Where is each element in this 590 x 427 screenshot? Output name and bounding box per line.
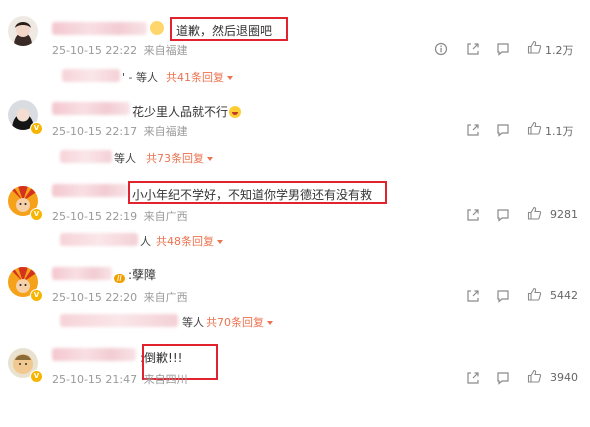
vip-icon [150, 21, 164, 35]
replier-names-blurred [62, 69, 120, 82]
share-icon[interactable] [466, 288, 480, 307]
highlight-box [128, 181, 387, 204]
reply-prefix: 等人 [114, 152, 136, 165]
verified-icon: V [30, 289, 43, 302]
like-icon[interactable] [527, 40, 542, 59]
replier-names-blurred [60, 150, 112, 163]
comment-icon[interactable] [496, 41, 510, 60]
replier-names-blurred [60, 233, 138, 246]
share-icon[interactable] [466, 122, 480, 141]
share-icon[interactable] [466, 207, 480, 226]
like-count: 3940 [550, 371, 578, 384]
comment-icon[interactable] [496, 207, 510, 226]
verified-icon: V [30, 370, 43, 383]
comment-item: V II :孽障 25-10-15 22:20 来自广西 5442 等人 共70… [0, 255, 590, 339]
username-blurred[interactable] [52, 348, 136, 361]
comment-location: 来自四川 [143, 373, 188, 386]
comment-icon[interactable] [496, 288, 510, 307]
comment-location: 来自福建 [143, 44, 188, 57]
share-icon[interactable] [466, 370, 480, 389]
reply-prefix: 人 [140, 235, 151, 248]
view-replies-link[interactable]: 共41条回复 [166, 69, 233, 85]
like-icon[interactable] [527, 121, 542, 140]
comment-time: 25-10-15 22:20 [52, 291, 138, 304]
verified-icon: V [30, 208, 43, 221]
username-blurred[interactable] [52, 267, 112, 280]
comment-text: :孽障 [128, 268, 157, 282]
view-replies-link[interactable]: 共73条回复 [146, 150, 213, 166]
share-icon[interactable] [466, 41, 480, 60]
highlight-box [170, 17, 288, 41]
chevron-down-icon [227, 76, 233, 80]
comment-location: 来自福建 [143, 125, 188, 138]
laugh-emoji-icon [229, 106, 242, 118]
comment-time: 25-10-15 22:22 [52, 44, 138, 57]
username-blurred[interactable] [52, 184, 128, 197]
comment-meta: 25-10-15 22:19 来自广西 [52, 208, 188, 224]
chevron-down-icon [267, 321, 273, 325]
like-count: 9281 [550, 208, 578, 221]
comment-time: 25-10-15 21:47 [52, 373, 138, 386]
comment-meta: 25-10-15 22:20 来自广西 [52, 289, 188, 305]
comment-item: 道歉，然后退圈吧 25-10-15 22:22 来自福建 1.2万 ' - 等人… [0, 2, 590, 86]
comment-icon[interactable] [496, 370, 510, 389]
replier-names-blurred [60, 314, 178, 327]
view-replies-link[interactable]: 共70条回复 [206, 314, 273, 330]
like-icon[interactable] [527, 369, 542, 388]
like-icon[interactable] [527, 287, 542, 306]
comment-text: 花少里人品就不行 [132, 103, 242, 120]
like-count: 1.1万 [545, 125, 574, 138]
like-count: 1.2万 [545, 44, 574, 57]
reply-prefix: ' - 等人 [122, 71, 158, 84]
comment-meta: 25-10-15 22:17 来自福建 [52, 123, 188, 139]
username-blurred[interactable] [52, 102, 130, 115]
comment-location: 来自广西 [143, 291, 188, 304]
reply-prefix: 等人 [182, 316, 204, 329]
avatar[interactable] [8, 16, 38, 46]
comment-icon[interactable] [496, 122, 510, 141]
like-count: 5442 [550, 289, 578, 302]
comment-location: 来自广西 [143, 210, 188, 223]
comment-meta: 25-10-15 21:47 来自四川 [52, 371, 188, 387]
comment-item: V 花少里人品就不行 25-10-15 22:17 来自福建 1.1万 等人 共… [0, 88, 590, 172]
comment-time: 25-10-15 22:19 [52, 210, 138, 223]
chevron-down-icon [217, 240, 223, 244]
comment-meta: 25-10-15 22:22 来自福建 [52, 42, 188, 58]
username-blurred[interactable] [52, 22, 147, 35]
like-icon[interactable] [527, 206, 542, 225]
verified-icon: V [30, 122, 43, 135]
comment-item: V :倒歉!!! 25-10-15 21:47 来自四川 3940 [0, 336, 590, 420]
info-icon[interactable] [434, 41, 448, 60]
chevron-down-icon [207, 157, 213, 161]
view-replies-link[interactable]: 共48条回复 [156, 233, 223, 249]
comment-time: 25-10-15 22:17 [52, 125, 138, 138]
comment-item: V 小小年纪不学好，不知道你学男德还有没有救 25-10-15 22:19 来自… [0, 172, 590, 256]
level-badge-icon: II [112, 267, 125, 286]
